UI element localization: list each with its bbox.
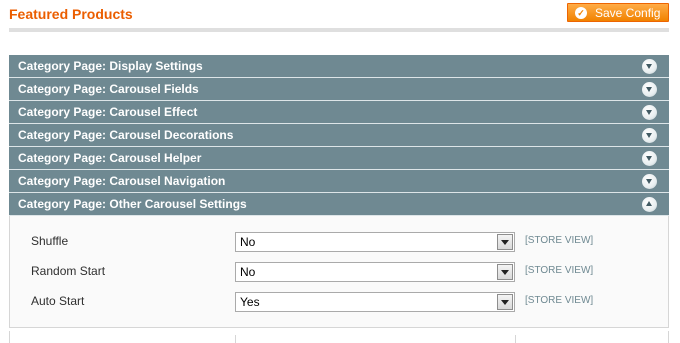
dropdown-arrow-icon — [497, 264, 513, 280]
column-divider — [515, 335, 516, 343]
dropdown-arrow-icon — [497, 294, 513, 310]
shuffle-select[interactable]: No — [235, 232, 515, 252]
scope-label: [STORE VIEW] — [525, 295, 594, 306]
field-row-auto-start: Auto Start Yes [STORE VIEW] — [10, 292, 668, 312]
column-divider — [235, 335, 236, 343]
section-header-carousel-navigation[interactable]: Category Page: Carousel Navigation — [9, 170, 669, 193]
section-title: Category Page: Carousel Navigation — [18, 174, 226, 188]
section-title: Category Page: Display Settings — [18, 59, 203, 73]
shuffle-label: Shuffle — [31, 234, 69, 248]
random-start-value: No — [240, 265, 256, 279]
section-header-carousel-fields[interactable]: Category Page: Carousel Fields — [9, 78, 669, 101]
section-header-carousel-effect[interactable]: Category Page: Carousel Effect — [9, 101, 669, 124]
other-carousel-settings-panel: Shuffle No [STORE VIEW] Random Start No … — [9, 216, 669, 328]
expand-icon — [642, 127, 657, 143]
expand-icon — [642, 58, 657, 74]
page-title: Featured Products — [9, 6, 133, 22]
field-row-shuffle: Shuffle No [STORE VIEW] — [10, 232, 668, 252]
scope-label: [STORE VIEW] — [525, 235, 594, 246]
section-title: Category Page: Carousel Fields — [18, 82, 199, 96]
expand-icon — [642, 150, 657, 166]
expand-icon — [642, 104, 657, 120]
dropdown-arrow-icon — [497, 234, 513, 250]
section-title: Category Page: Carousel Effect — [18, 105, 198, 119]
auto-start-select[interactable]: Yes — [235, 292, 515, 312]
auto-start-value: Yes — [240, 295, 260, 309]
section-header-carousel-decorations[interactable]: Category Page: Carousel Decorations — [9, 124, 669, 147]
save-config-button[interactable]: ✓ Save Config — [567, 3, 669, 22]
title-divider — [9, 28, 669, 32]
section-header-carousel-helper[interactable]: Category Page: Carousel Helper — [9, 147, 669, 170]
save-config-label: Save Config — [595, 5, 661, 20]
next-section-edge — [9, 331, 669, 343]
collapse-icon — [642, 196, 657, 212]
field-row-random-start: Random Start No [STORE VIEW] — [10, 262, 668, 282]
scope-label: [STORE VIEW] — [525, 265, 594, 276]
expand-icon — [642, 81, 657, 97]
expand-icon — [642, 173, 657, 189]
section-header-other-carousel-settings[interactable]: Category Page: Other Carousel Settings — [9, 193, 669, 216]
check-circle-icon: ✓ — [575, 6, 587, 19]
random-start-select[interactable]: No — [235, 262, 515, 282]
section-title: Category Page: Other Carousel Settings — [18, 197, 247, 211]
section-title: Category Page: Carousel Helper — [18, 151, 202, 165]
config-sections: Category Page: Display Settings Category… — [9, 55, 669, 328]
shuffle-value: No — [240, 235, 256, 249]
section-header-display-settings[interactable]: Category Page: Display Settings — [9, 55, 669, 78]
auto-start-label: Auto Start — [31, 294, 85, 308]
random-start-label: Random Start — [31, 264, 106, 278]
section-title: Category Page: Carousel Decorations — [18, 128, 234, 142]
